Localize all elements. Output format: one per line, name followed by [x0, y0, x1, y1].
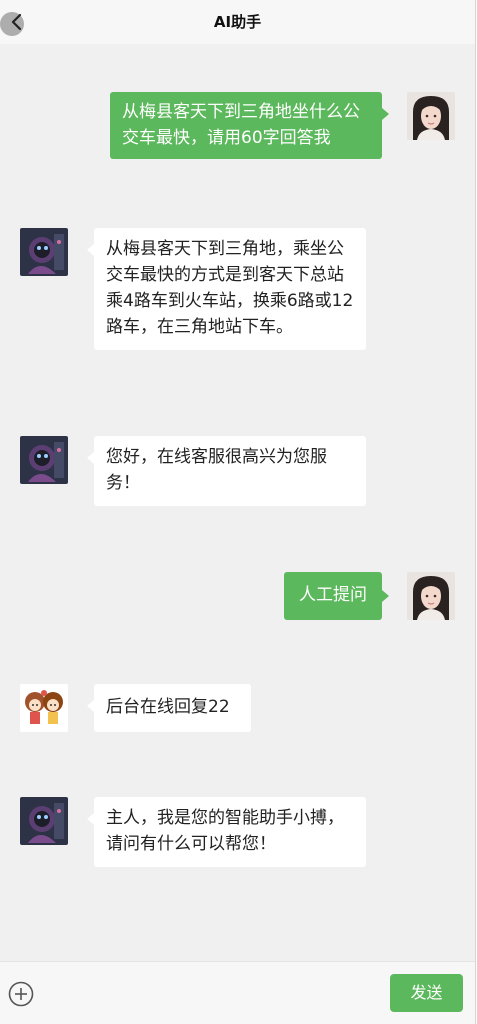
assistant-avatar[interactable]	[20, 436, 68, 484]
user-message-bubble[interactable]: 从梅县客天下到三角地坐什么公交车最快，请用60字回答我	[110, 92, 382, 159]
assistant-avatar-image	[20, 797, 68, 845]
agent-avatar-image	[20, 684, 68, 732]
bubble-tail	[87, 244, 94, 256]
page-title: AI助手	[213, 13, 262, 31]
user-avatar[interactable]	[407, 92, 455, 140]
user-avatar[interactable]	[407, 572, 455, 620]
assistant-avatar-image	[20, 228, 68, 276]
user-message-bubble[interactable]: 人工提问	[284, 572, 382, 620]
message-input[interactable]	[50, 974, 379, 1014]
input-bar: 发送	[0, 961, 475, 1024]
bubble-tail	[382, 108, 389, 120]
bubble-tail	[87, 700, 94, 712]
message-text: 后台在线回复22	[106, 697, 230, 717]
assistant-avatar-image	[20, 436, 68, 484]
assistant-avatar[interactable]	[20, 797, 68, 845]
user-avatar-image	[407, 92, 455, 140]
plus-circle-icon	[8, 981, 34, 1007]
message-text: 您好，在线客服很高兴为您服务！	[106, 447, 327, 493]
message-text: 从梅县客天下到三角地坐什么公交车最快，请用60字回答我	[122, 102, 360, 148]
message-text: 主人，我是您的智能助手小搏，请问有什么可以帮您！	[106, 808, 344, 854]
assistant-message-bubble[interactable]: 从梅县客天下到三角地，乘坐公交车最快的方式是到客天下总站乘4路车到火车站，换乘6…	[94, 228, 366, 350]
agent-avatar[interactable]	[20, 684, 68, 732]
add-attachment-button[interactable]	[8, 981, 34, 1007]
user-avatar-image	[407, 572, 455, 620]
message-text: 从梅县客天下到三角地，乘坐公交车最快的方式是到客天下总站乘4路车到火车站，换乘6…	[106, 239, 354, 337]
send-button[interactable]: 发送	[390, 974, 463, 1012]
bubble-tail	[87, 813, 94, 825]
chat-window: AI助手 从梅县客天下到三角地坐什么公交车最快，请用60字回答我 从梅县客天下到…	[0, 0, 476, 1024]
bubble-tail	[87, 452, 94, 464]
bubble-tail	[382, 590, 389, 602]
top-bar: AI助手	[0, 0, 475, 44]
agent-message-bubble[interactable]: 后台在线回复22	[94, 684, 251, 732]
assistant-message-bubble[interactable]: 主人，我是您的智能助手小搏，请问有什么可以帮您！	[94, 797, 366, 867]
assistant-message-bubble[interactable]: 您好，在线客服很高兴为您服务！	[94, 436, 366, 506]
message-text: 人工提问	[299, 585, 367, 605]
assistant-avatar[interactable]	[20, 228, 68, 276]
